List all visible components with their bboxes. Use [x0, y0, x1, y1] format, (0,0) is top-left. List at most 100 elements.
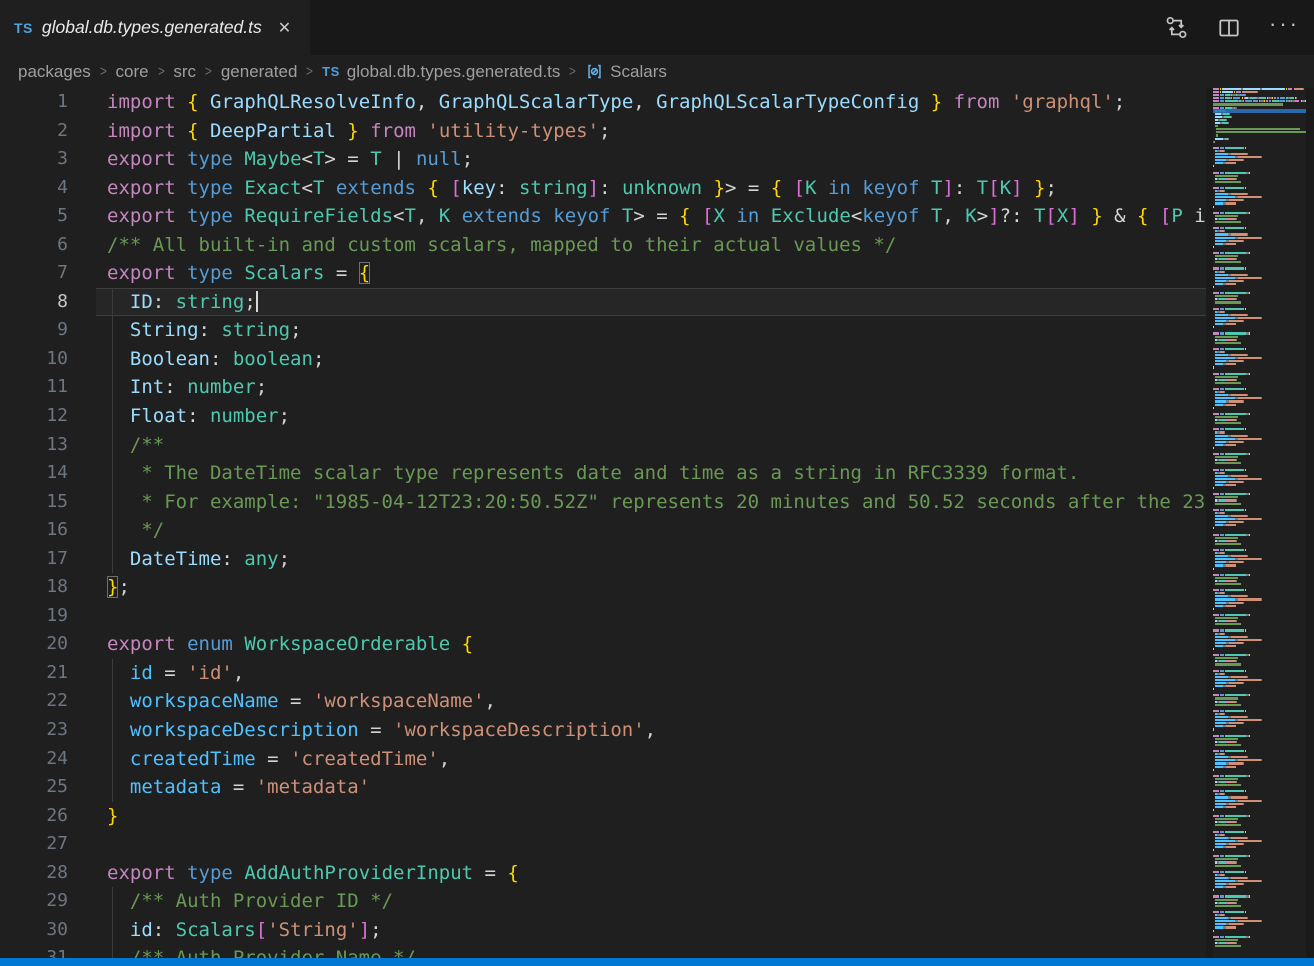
code-line-17[interactable]: 17 DateTime: any;: [0, 545, 1206, 574]
code-line-12[interactable]: 12 Float: number;: [0, 402, 1206, 431]
code-line-13[interactable]: 13 /**: [0, 431, 1206, 460]
tab-global-db-types-generated-ts[interactable]: TS global.db.types.generated.ts ✕: [0, 0, 310, 55]
minimap[interactable]: [1213, 88, 1306, 952]
line-number: 7: [0, 259, 68, 288]
line-number: 16: [0, 516, 68, 545]
code-line-3[interactable]: 3export type Maybe<T> = T | null;: [0, 145, 1206, 174]
status-bar: [0, 958, 1314, 966]
line-number: 3: [0, 145, 68, 174]
code-line-29[interactable]: 29 /** Auth Provider ID */: [0, 887, 1206, 916]
text-cursor: [256, 291, 258, 312]
code-line-23[interactable]: 23 workspaceDescription = 'workspaceDesc…: [0, 716, 1206, 745]
minimap-content: [1213, 88, 1306, 948]
breadcrumb-item-packages[interactable]: packages: [18, 62, 91, 82]
code-line-10[interactable]: 10 Boolean: boolean;: [0, 345, 1206, 374]
line-number: 25: [0, 773, 68, 802]
code-lines: 1import { GraphQLResolveInfo, GraphQLSca…: [0, 88, 1206, 958]
line-number: 4: [0, 174, 68, 203]
breadcrumb-separator-icon: >: [306, 63, 313, 80]
close-icon[interactable]: ✕: [274, 16, 295, 40]
code-line-24[interactable]: 24 createdTime = 'createdTime',: [0, 745, 1206, 774]
code-line-27[interactable]: 27: [0, 830, 1206, 859]
line-number: 17: [0, 545, 68, 574]
code-line-2[interactable]: 2import { DeepPartial } from 'utility-ty…: [0, 117, 1206, 146]
typescript-file-icon: TS: [14, 20, 33, 36]
symbol-type-icon: [585, 62, 604, 81]
code-line-9[interactable]: 9 String: string;: [0, 316, 1206, 345]
breadcrumb-separator-icon: >: [158, 63, 165, 80]
line-number: 22: [0, 687, 68, 716]
code-line-8[interactable]: 8 ID: string;: [0, 288, 1206, 317]
code-line-28[interactable]: 28export type AddAuthProviderInput = {: [0, 859, 1206, 888]
breadcrumb-item-scalars[interactable]: Scalars: [585, 62, 667, 82]
code-line-18[interactable]: 18};: [0, 573, 1206, 602]
code-line-15[interactable]: 15 * For example: "1985-04-12T23:20:50.5…: [0, 488, 1206, 517]
code-line-7[interactable]: 7export type Scalars = {: [0, 259, 1206, 288]
breadcrumb: packages > core > src > generated > TS global.db.…: [0, 55, 1314, 88]
line-number: 31: [0, 944, 68, 958]
breadcrumb-separator-icon: >: [569, 63, 576, 80]
minimap-line: [1213, 945, 1306, 948]
code-editor[interactable]: 1import { GraphQLResolveInfo, GraphQLSca…: [0, 88, 1206, 958]
split-editor-icon[interactable]: [1217, 16, 1241, 40]
code-line-21[interactable]: 21 id = 'id',: [0, 659, 1206, 688]
line-number: 11: [0, 373, 68, 402]
line-number: 20: [0, 630, 68, 659]
code-line-31[interactable]: 31 /** Auth Provider Name */: [0, 944, 1206, 958]
line-number: 14: [0, 459, 68, 488]
code-line-22[interactable]: 22 workspaceName = 'workspaceName',: [0, 687, 1206, 716]
code-line-1[interactable]: 1import { GraphQLResolveInfo, GraphQLSca…: [0, 88, 1206, 117]
code-line-26[interactable]: 26}: [0, 802, 1206, 831]
line-number: 19: [0, 602, 68, 631]
line-number: 29: [0, 887, 68, 916]
line-number: 10: [0, 345, 68, 374]
code-line-19[interactable]: 19: [0, 602, 1206, 631]
editor-actions: ···: [1164, 0, 1300, 55]
code-line-6[interactable]: 6/** All built-in and custom scalars, ma…: [0, 231, 1206, 260]
line-number: 30: [0, 916, 68, 945]
line-number: 13: [0, 431, 68, 460]
breadcrumb-item-generated[interactable]: generated: [221, 62, 298, 82]
line-number: 21: [0, 659, 68, 688]
editor-minimap-gap: [1206, 88, 1213, 958]
code-line-30[interactable]: 30 id: Scalars['String'];: [0, 916, 1206, 945]
line-number: 6: [0, 231, 68, 260]
breadcrumb-separator-icon: >: [205, 63, 212, 80]
code-line-16[interactable]: 16 */: [0, 516, 1206, 545]
line-number: 12: [0, 402, 68, 431]
breadcrumb-item-core[interactable]: core: [116, 62, 149, 82]
line-number: 26: [0, 802, 68, 831]
breadcrumb-item-src[interactable]: src: [173, 62, 196, 82]
line-number: 1: [0, 88, 68, 117]
code-line-14[interactable]: 14 * The DateTime scalar type represents…: [0, 459, 1206, 488]
line-number: 18: [0, 573, 68, 602]
line-number: 27: [0, 830, 68, 859]
code-line-11[interactable]: 11 Int: number;: [0, 373, 1206, 402]
tab-label: global.db.types.generated.ts: [42, 17, 262, 38]
line-number: 5: [0, 202, 68, 231]
minimap-current-line: [1213, 109, 1306, 114]
code-line-20[interactable]: 20export enum WorkspaceOrderable {: [0, 630, 1206, 659]
breadcrumb-label: core: [116, 62, 149, 82]
line-number: 9: [0, 316, 68, 345]
line-number: 28: [0, 859, 68, 888]
line-number: 24: [0, 745, 68, 774]
typescript-file-icon: TS: [322, 64, 340, 79]
editor-tab-bar: TS global.db.types.generated.ts ✕ ···: [0, 0, 1314, 55]
code-line-4[interactable]: 4export type Exact<T extends { [key: str…: [0, 174, 1206, 203]
breadcrumb-label: packages: [18, 62, 91, 82]
line-number: 15: [0, 488, 68, 517]
line-number: 8: [0, 288, 68, 317]
vscode-window: TS global.db.types.generated.ts ✕ ···: [0, 0, 1314, 966]
code-line-5[interactable]: 5export type RequireFields<T, K extends …: [0, 202, 1206, 231]
breadcrumb-separator-icon: >: [100, 63, 107, 80]
breadcrumb-label: Scalars: [610, 62, 667, 82]
line-number: 2: [0, 117, 68, 146]
code-line-25[interactable]: 25 metadata = 'metadata': [0, 773, 1206, 802]
compare-changes-icon[interactable]: [1164, 15, 1189, 40]
more-actions-icon[interactable]: ···: [1269, 13, 1300, 35]
breadcrumb-label: generated: [221, 62, 298, 82]
breadcrumb-label: global.db.types.generated.ts: [347, 62, 561, 82]
breadcrumb-item-global-db-types-generated-ts[interactable]: TS global.db.types.generated.ts: [322, 62, 560, 82]
minimap-right-margin: [1306, 88, 1314, 958]
